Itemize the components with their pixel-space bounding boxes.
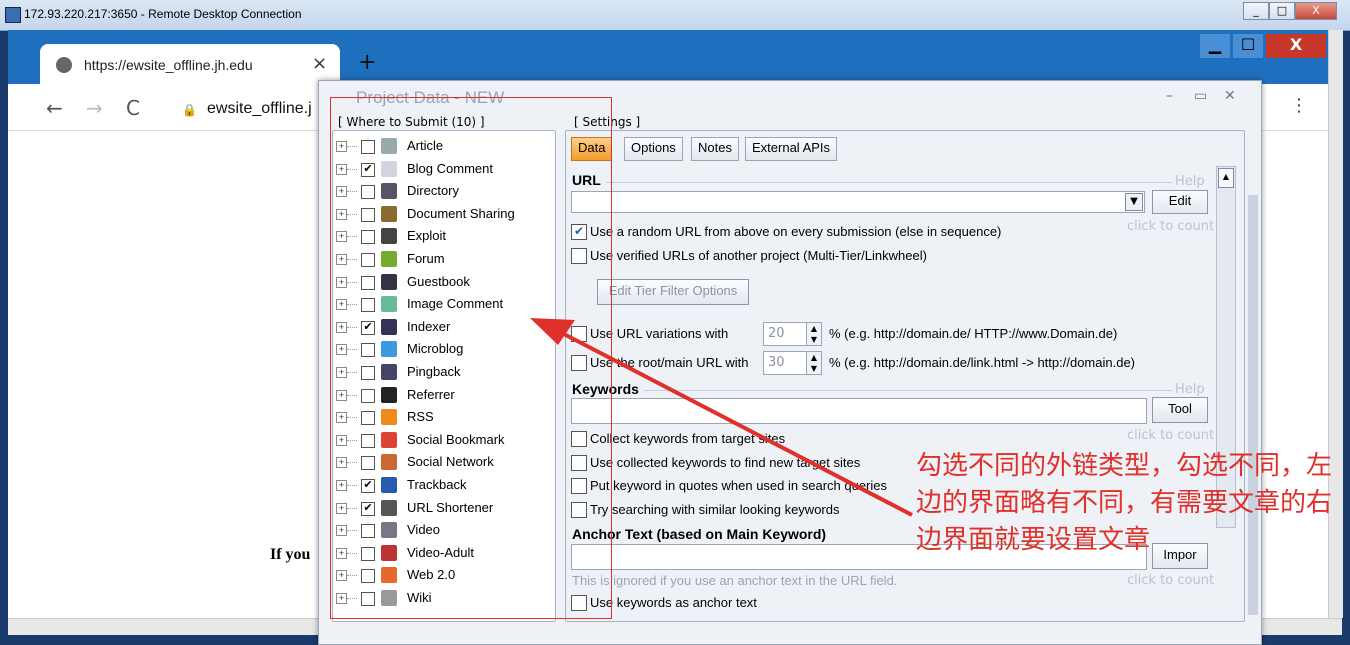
annotation-text: 勾选不同的外链类型，勾选不同，左边的界面略有不同，有需要文章的右边界面就要设置文… [916,451,1333,555]
